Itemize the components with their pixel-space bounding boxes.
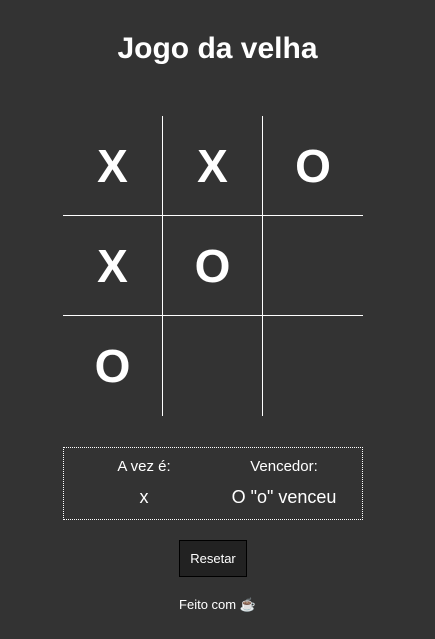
turn-value: x xyxy=(139,487,149,507)
turn-label: A vez é: xyxy=(117,458,171,475)
coffee-icon: ☕ xyxy=(239,597,256,612)
status-panel: A vez é: x Vencedor: O "o" venceu xyxy=(63,447,363,520)
reset-button[interactable]: Resetar xyxy=(179,540,247,577)
board-cell[interactable] xyxy=(263,316,363,416)
board-cell[interactable]: O xyxy=(63,316,163,416)
winner-value: O "o" venceu xyxy=(231,487,337,507)
board-cell[interactable]: X xyxy=(63,116,163,216)
footer: Feito com ☕ xyxy=(0,597,435,613)
board-cell[interactable] xyxy=(163,316,263,416)
footer-text: Feito com xyxy=(179,597,237,612)
page-title: Jogo da velha xyxy=(117,32,318,65)
winner-label: Vencedor: xyxy=(250,458,318,475)
board-cell[interactable]: X xyxy=(163,116,263,216)
game-board: X X O X O O xyxy=(63,116,363,416)
board-cell[interactable]: O xyxy=(263,116,363,216)
board-cell[interactable]: O xyxy=(163,216,263,316)
winner-indicator: Vencedor: O "o" venceu xyxy=(204,448,364,508)
board-cell[interactable] xyxy=(263,216,363,316)
turn-indicator: A vez é: x xyxy=(84,448,204,508)
board-cell[interactable]: X xyxy=(63,216,163,316)
